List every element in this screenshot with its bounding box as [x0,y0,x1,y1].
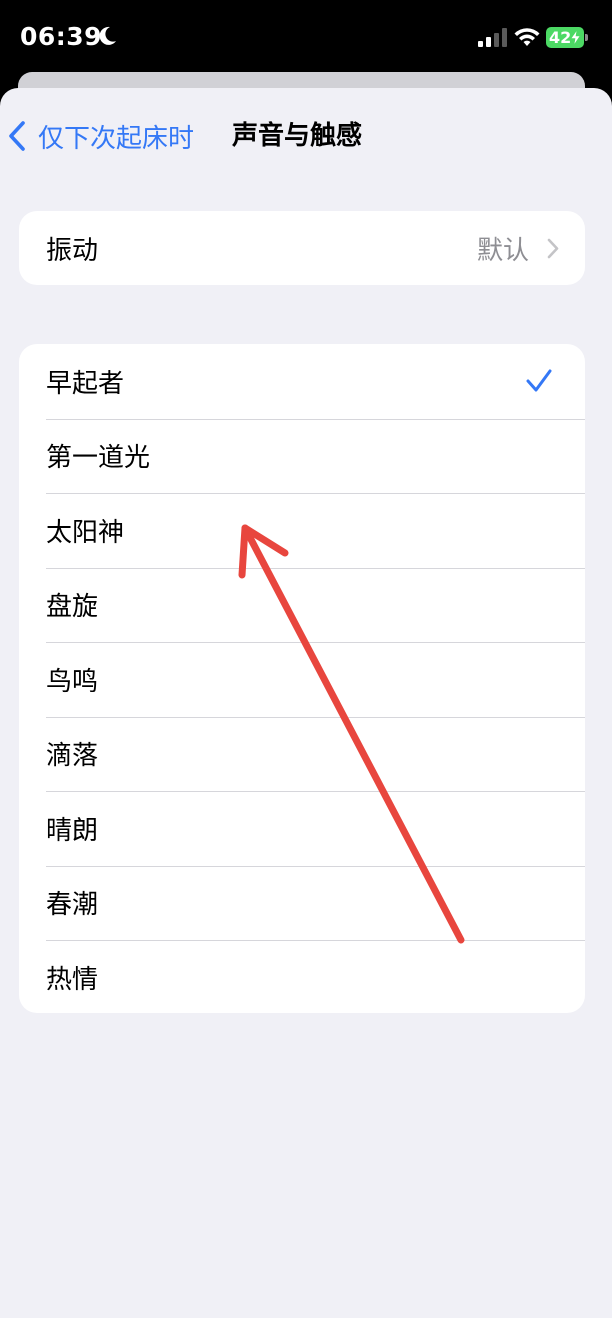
chevron-left-icon [9,121,25,151]
screen: 06:39 42 仅下次起床时 声音与触感 振动 默认 早起者 第一道光 太阳神… [0,0,612,1318]
tone-label: 太阳神 [46,517,125,548]
tone-item-hover[interactable]: 盘旋 [19,567,585,643]
tone-item-first-light[interactable]: 第一道光 [19,418,585,494]
vibration-row[interactable]: 振动 默认 [19,211,585,285]
tone-item-passion[interactable]: 热情 [19,940,585,1013]
tone-label: 鸟鸣 [46,666,99,697]
tone-label: 滴落 [46,741,99,772]
tone-label: 热情 [46,964,99,995]
tone-item-droplets[interactable]: 滴落 [19,716,585,792]
tone-label: 晴朗 [46,815,99,846]
tone-item-birdsong[interactable]: 鸟鸣 [19,642,585,717]
tone-item-helios[interactable]: 太阳神 [19,493,585,568]
back-button[interactable]: 仅下次起床时 [6,116,194,156]
bolt-icon [570,30,581,45]
tone-label: 早起者 [46,368,125,399]
tone-item-spring-tide[interactable]: 春潮 [19,865,585,941]
status-bar: 06:39 42 [0,0,612,72]
battery-level: 42 [549,28,572,47]
checkmark-icon [526,369,552,392]
page-title: 声音与触感 [232,121,363,151]
tone-item-sunny[interactable]: 晴朗 [19,791,585,866]
back-button-label: 仅下次起床时 [38,123,195,154]
tone-item-early-riser[interactable]: 早起者 [19,344,585,419]
vibration-group: 振动 默认 [19,211,585,285]
tone-label: 春潮 [46,890,99,921]
wifi-icon [514,28,540,46]
tone-list: 早起者 第一道光 太阳神 盘旋 鸟鸣 滴落 晴朗 春潮 热情 [19,344,585,1013]
moon-icon [99,26,116,45]
vibration-value: 默认 [476,235,529,266]
status-time: 06:39 [20,22,103,51]
battery-cap [585,34,588,41]
tone-label: 第一道光 [46,443,151,474]
vibration-label: 振动 [46,235,99,266]
signal-icon [478,28,507,47]
tone-label: 盘旋 [46,592,99,623]
battery-icon: 42 [546,27,588,48]
chevron-right-icon [547,238,559,259]
sounds-sheet: 仅下次起床时 声音与触感 振动 默认 早起者 第一道光 太阳神 盘旋 鸟鸣 滴落… [0,88,612,1318]
